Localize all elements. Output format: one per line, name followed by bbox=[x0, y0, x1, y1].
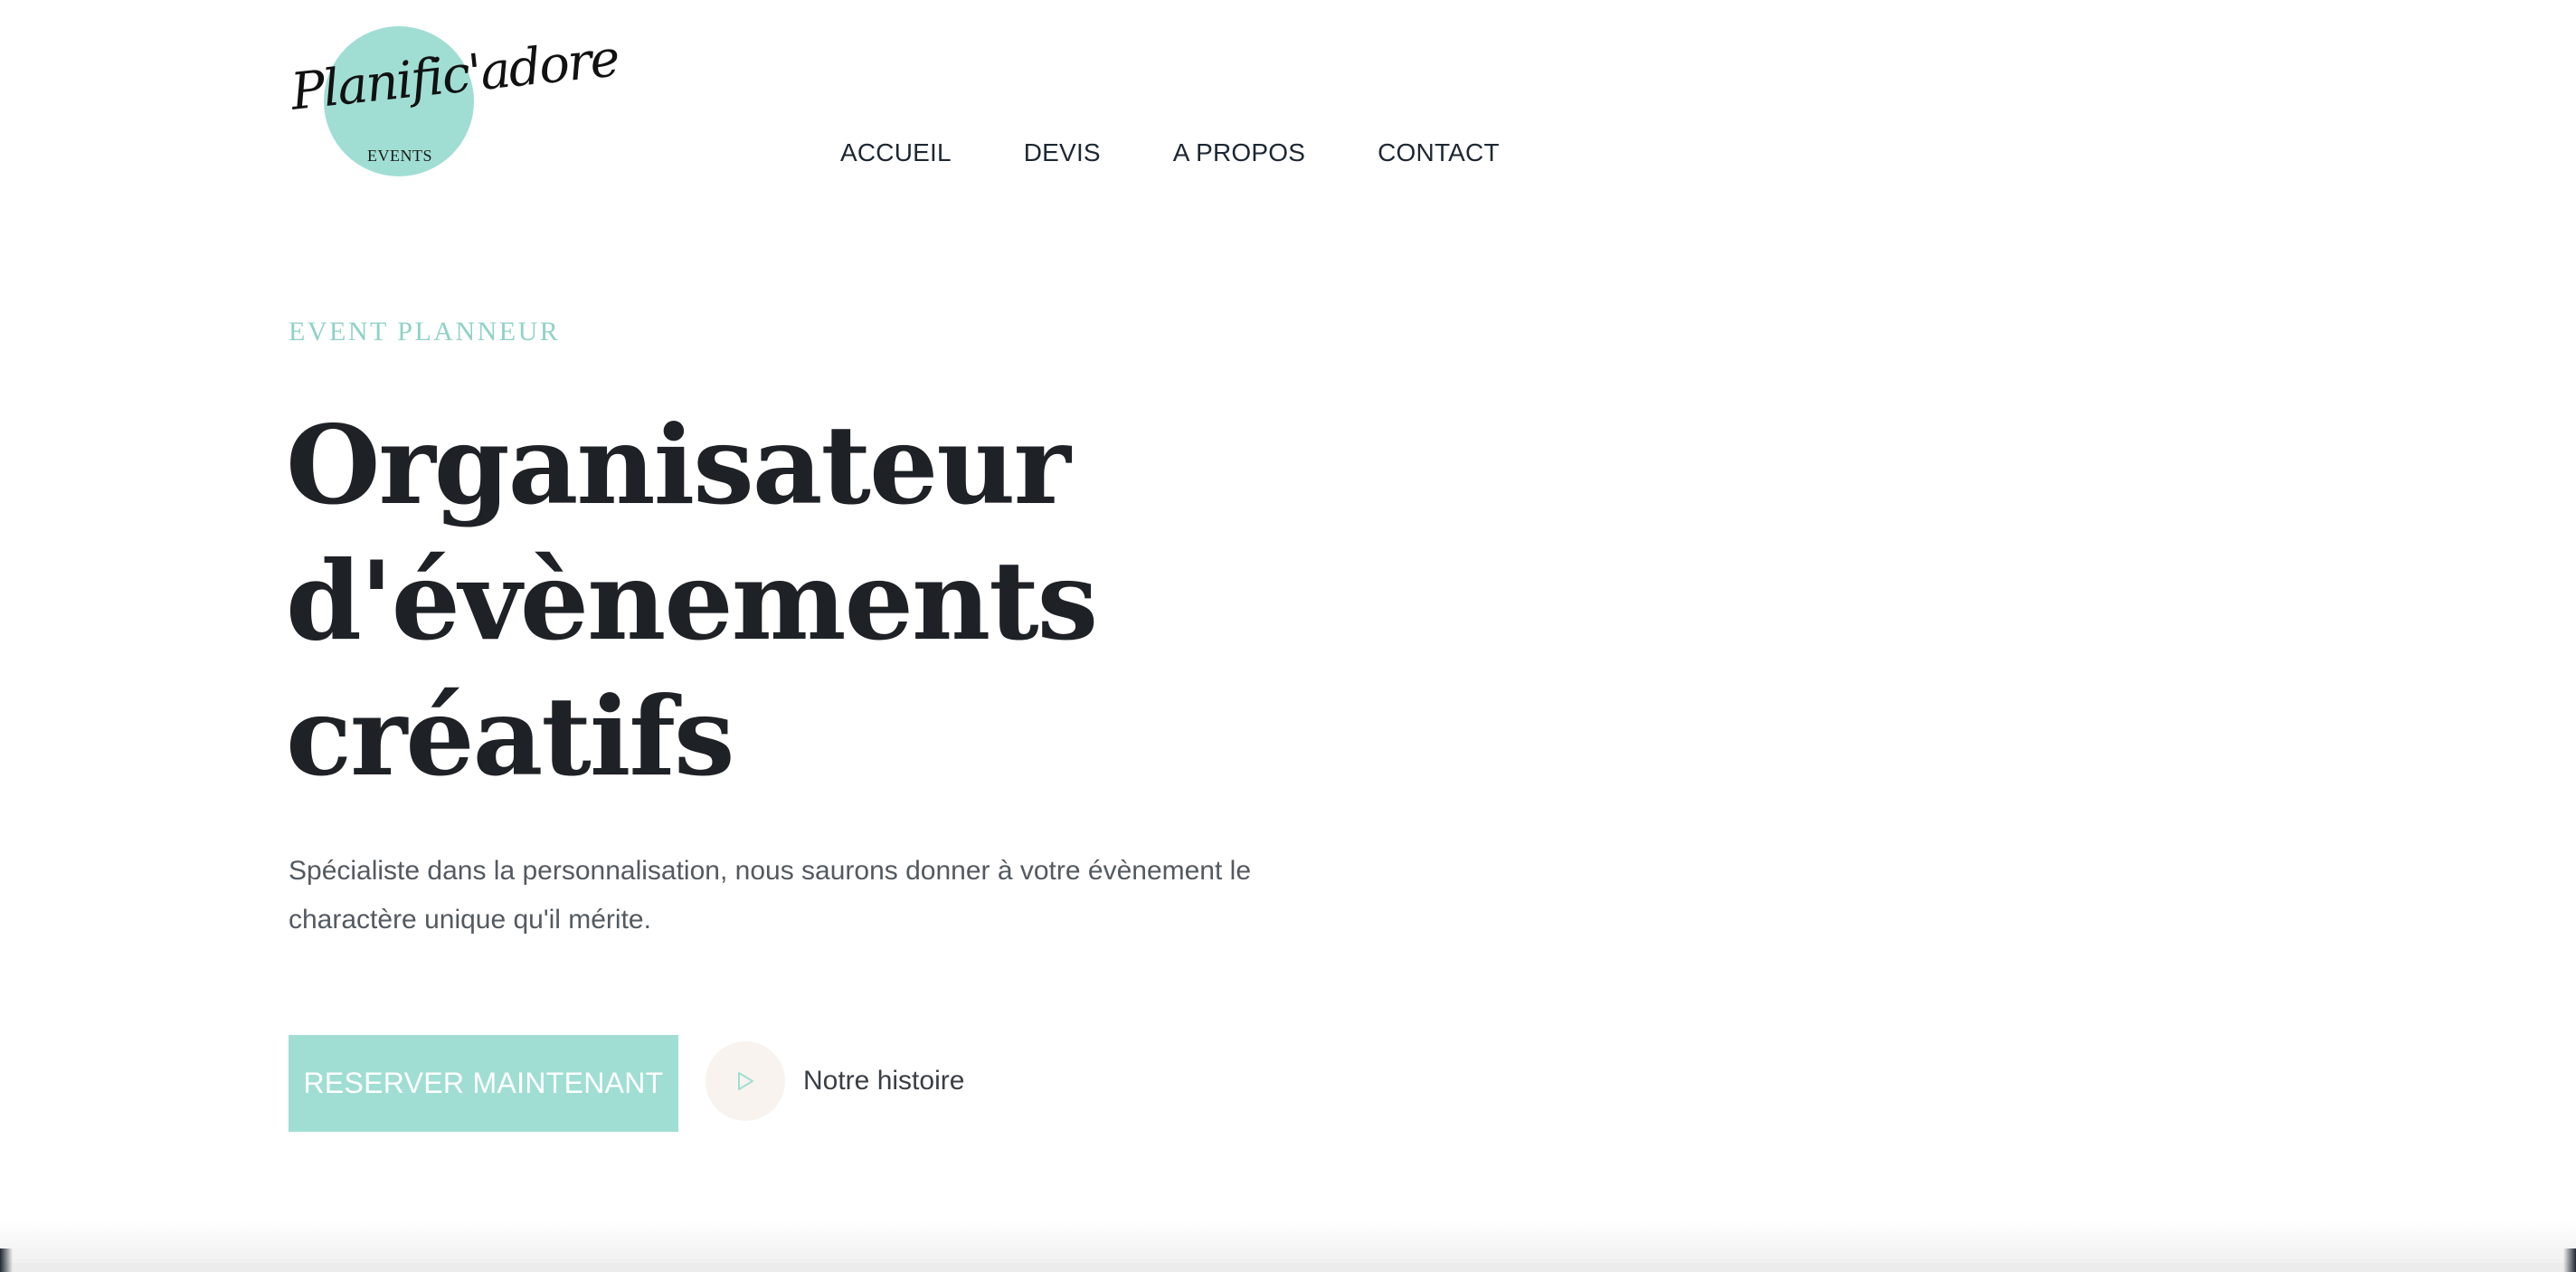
main-nav: ACCUEIL DEVIS A PROPOS CONTACT bbox=[840, 138, 1572, 168]
nav-item-a-propos[interactable]: A PROPOS bbox=[1173, 138, 1305, 167]
hero-lead-text: Spécialiste dans la personnalisation, no… bbox=[289, 847, 1283, 945]
brand-logo[interactable]: Planific'adore EVENTS bbox=[288, 25, 621, 181]
lead-line-1: Spécialiste dans la personnalisation, no… bbox=[289, 856, 1252, 886]
story-link-label: Notre histoire bbox=[803, 1066, 965, 1096]
logo-subtitle: EVENTS bbox=[367, 147, 432, 165]
hero-headline: Organisateur d'évènements créatifs bbox=[286, 398, 1371, 805]
headline-line-1: Organisateur bbox=[286, 402, 1071, 529]
nav-item-devis[interactable]: DEVIS bbox=[1024, 138, 1101, 167]
reserve-now-button[interactable]: RESERVER MAINTENANT bbox=[289, 1035, 678, 1132]
lead-line-2: charactère unique qu'il mérite. bbox=[289, 905, 651, 935]
next-section-edge bbox=[0, 1263, 2576, 1272]
story-link[interactable]: Notre histoire bbox=[706, 1040, 964, 1122]
site-header: Planific'adore EVENTS ACCUEIL DEVIS A PR… bbox=[0, 0, 2576, 190]
headline-line-3: créatifs bbox=[286, 673, 735, 801]
nav-item-contact[interactable]: CONTACT bbox=[1378, 138, 1500, 167]
headline-line-2: d'évènements bbox=[286, 537, 1098, 665]
window-corner-right bbox=[2563, 1248, 2576, 1272]
nav-item-accueil[interactable]: ACCUEIL bbox=[840, 138, 952, 167]
hero-eyebrow: EVENT PLANNEUR bbox=[289, 317, 561, 346]
play-button[interactable] bbox=[706, 1041, 785, 1121]
window-corner-left bbox=[0, 1248, 13, 1272]
play-icon bbox=[738, 1072, 753, 1090]
